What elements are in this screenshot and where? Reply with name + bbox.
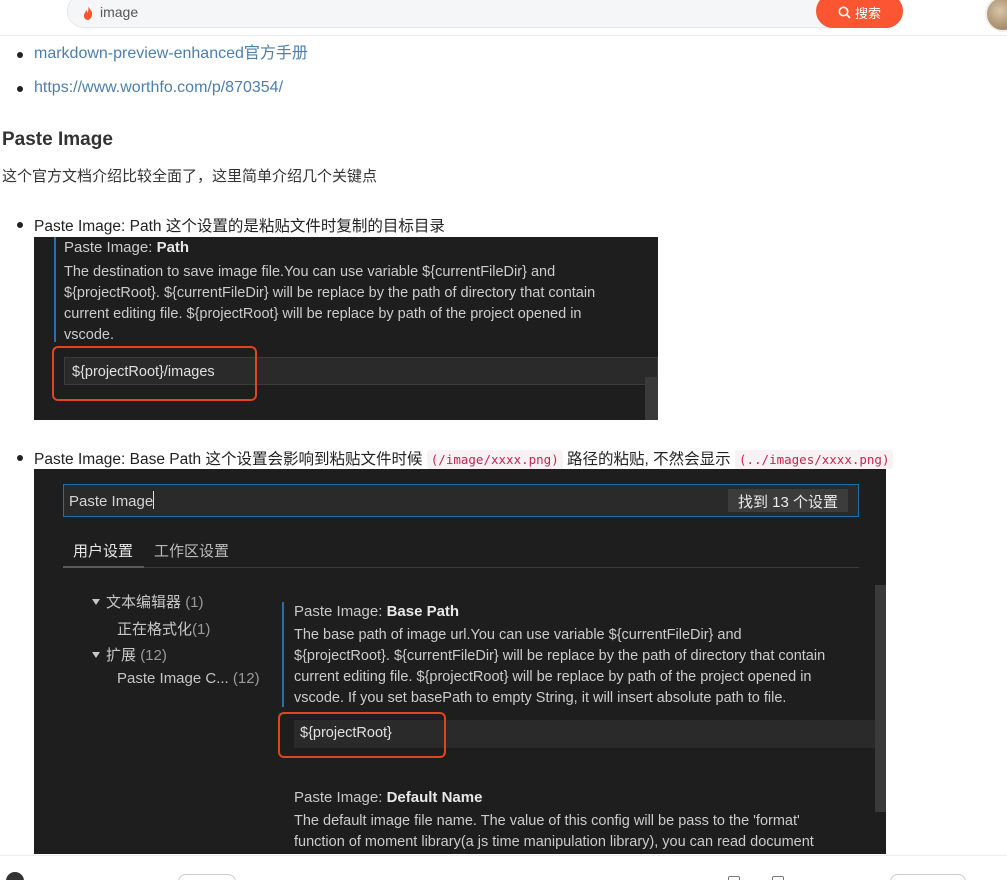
list-item: https://www.worthfo.com/p/870354/: [17, 78, 308, 112]
scrollbar[interactable]: [645, 377, 658, 420]
reference-links: markdown-preview-enhanced官方手册 https://ww…: [17, 44, 308, 112]
setting-focus-bar: [54, 237, 56, 342]
tab-workspace-settings[interactable]: 工作区设置: [154, 540, 229, 561]
toolbar-icon[interactable]: [728, 876, 740, 880]
settings-tabs: 用户设置 工作区设置: [63, 534, 859, 568]
intro-paragraph: 这个官方文档介绍比较全面了，这里简单介绍几个关键点: [2, 168, 378, 185]
search-button[interactable]: 搜索: [816, 0, 903, 28]
tree-item-text-editor[interactable]: 文本编辑器 (1): [92, 591, 204, 612]
setting-title: Paste Image: Path: [64, 239, 190, 256]
inline-code: (/image/xxxx.png): [426, 450, 563, 469]
tree-item-extensions[interactable]: 扩展 (12): [92, 644, 167, 665]
result-count-badge: 找到 13 个设置: [727, 489, 848, 512]
scrollbar[interactable]: [875, 585, 886, 812]
action-button[interactable]: [890, 874, 966, 880]
setting-description-base-path: The base path of image url.You can use v…: [294, 627, 826, 706]
flame-icon: [83, 6, 93, 20]
expand-triangle-icon: [92, 599, 100, 605]
active-tab-indicator: [63, 566, 144, 568]
settings-search-input[interactable]: Paste Image 找到 13 个设置: [63, 484, 859, 517]
toolbar-icon[interactable]: [772, 876, 784, 880]
bullet-path-text: Paste Image: Path 这个设置的是粘贴文件时复制的目标目录: [34, 218, 445, 235]
screenshot-settings-editor: Paste Image 找到 13 个设置 用户设置 工作区设置 文本编辑器 (…: [34, 469, 886, 854]
search-box[interactable]: [67, 0, 903, 28]
expand-triangle-icon: [92, 652, 100, 658]
follow-button[interactable]: [178, 874, 236, 880]
setting-title-base-path: Paste Image: Base Path: [294, 603, 460, 620]
top-search-bar: 搜索: [0, 0, 1007, 36]
bullet-path: Paste Image: Path 这个设置的是粘贴文件时复制的目标目录: [17, 214, 445, 236]
tab-user-settings[interactable]: 用户设置: [73, 540, 133, 561]
link-worthfo[interactable]: https://www.worthfo.com/p/870354/: [34, 79, 283, 96]
list-item: markdown-preview-enhanced官方手册: [17, 44, 308, 78]
tree-item-paste-image[interactable]: Paste Image C... (12): [117, 670, 260, 687]
search-button-label: 搜索: [854, 5, 881, 21]
section-heading: Paste Image: [2, 129, 113, 150]
tree-item-formatting[interactable]: 正在格式化(1): [117, 618, 210, 639]
avatar[interactable]: [985, 0, 1007, 32]
highlight-box: [52, 346, 257, 401]
bullet-base-path: Paste Image: Base Path 这个设置会影响到粘贴文件时候 (/…: [17, 447, 894, 469]
inline-code: (../images/xxxx.png): [734, 450, 894, 469]
setting-focus-bar: [282, 602, 284, 707]
highlight-box: [278, 712, 446, 758]
link-mpe-manual[interactable]: markdown-preview-enhanced官方手册: [34, 45, 308, 62]
author-avatar[interactable]: [6, 872, 24, 880]
bottom-toolbar: [0, 855, 1007, 880]
setting-title-default-name: Paste Image: Default Name: [294, 789, 483, 806]
search-icon: [838, 6, 851, 19]
search-input[interactable]: [100, 4, 500, 20]
setting-description: The destination to save image file.You c…: [64, 264, 596, 343]
setting-description-default-name: The default image file name. The value o…: [294, 813, 814, 850]
